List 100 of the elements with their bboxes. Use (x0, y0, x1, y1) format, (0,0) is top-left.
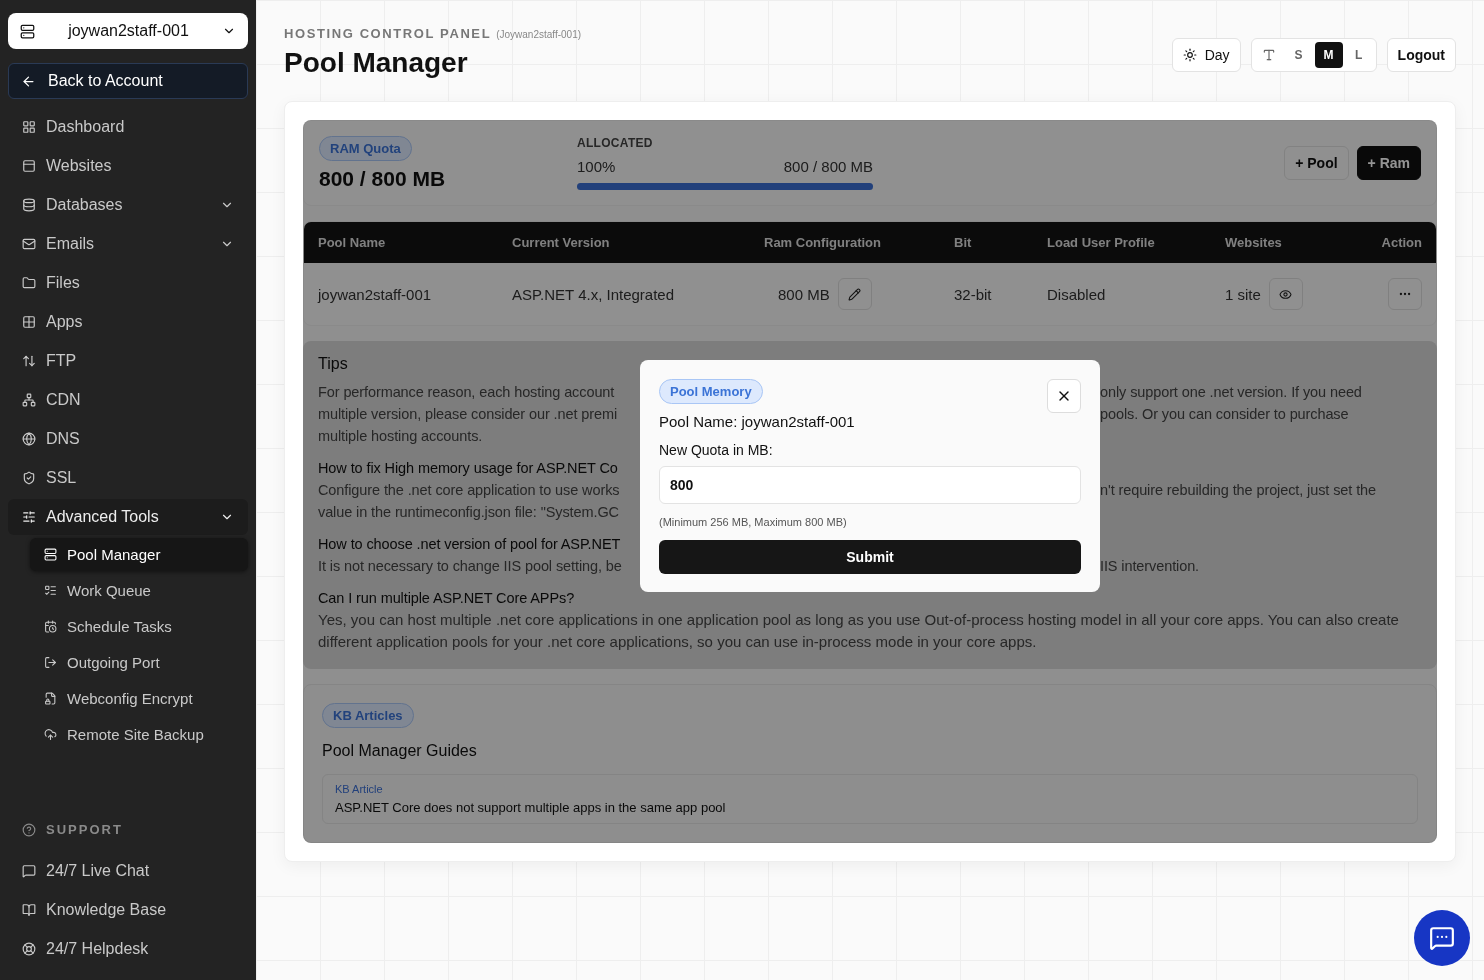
tip-text: multiple version, please consider our .net premi (318, 405, 619, 424)
edit-button[interactable] (837, 278, 872, 310)
arrow-left-icon (21, 73, 36, 89)
dialog-badge: Pool Memory (659, 379, 763, 404)
allocated-percent: 100% (577, 158, 616, 175)
list-icon (44, 584, 57, 597)
support-link[interactable]: Knowledge Base (8, 892, 248, 928)
tip-text: Configure the .net core application to use works (318, 481, 621, 500)
table-cell-text: Disabled (1047, 285, 1107, 303)
grid-icon (22, 120, 36, 134)
table-cell-text: 32-bit (954, 285, 993, 303)
tip-heading: Can I run multiple ASP.NET Core APPs? (318, 589, 576, 608)
nav-subitem[interactable]: Outgoing Port (30, 646, 248, 679)
nav-item[interactable]: CDN (8, 382, 248, 418)
field-hint: (Minimum 256 MB, Maximum 800 MB) (659, 516, 848, 528)
quota-badge: RAM Quota (319, 135, 412, 161)
help-icon (22, 822, 36, 837)
grid-icon (22, 315, 36, 329)
add-button[interactable]: + Ram (1356, 146, 1421, 180)
kb-badge: KB Articles (322, 703, 414, 728)
add-button[interactable]: + Pool (1284, 146, 1349, 180)
book-icon (22, 903, 36, 917)
kb-article[interactable]: KB Article ASP.NET Core does not support multiple apps in the same app pool (322, 774, 1418, 824)
network-icon (22, 393, 36, 407)
quota-value: 800 / 800 MB (319, 166, 447, 191)
font-size-button[interactable]: M (1314, 42, 1343, 68)
view-button[interactable] (1268, 278, 1303, 310)
shield-icon (22, 471, 36, 485)
nav-item[interactable]: Databases (8, 187, 248, 223)
tip-heading: How to fix High memory usage for ASP.NET Co (318, 459, 619, 478)
tip-text: multiple hosting accounts. (318, 427, 484, 446)
nav-item[interactable]: SSL (8, 460, 248, 496)
nav-subitem[interactable]: Webconfig Encrypt (30, 682, 248, 715)
table-cell-text: joywan2staff-001 (318, 285, 433, 303)
kb-title: Pool Manager Guides (322, 742, 478, 760)
nav-item[interactable]: Apps (8, 304, 248, 340)
column-header: Action (1380, 235, 1422, 250)
pool-name-text: Pool Name: joywan2staff-001 (659, 413, 856, 430)
font-size-button[interactable]: S (1284, 42, 1313, 68)
article-tag: KB Article (335, 783, 1405, 795)
column-header: Load User Profile (1047, 235, 1156, 250)
column-header: Pool Name (318, 235, 387, 250)
support-heading: SUPPORT (46, 822, 123, 837)
column-header: Bit (954, 235, 973, 250)
font-size-button[interactable]: L (1344, 42, 1373, 68)
tip-text: IIS intervention. (1100, 557, 1201, 576)
server-icon (20, 23, 35, 39)
account-caption: (Joywan2staff-001) (496, 29, 582, 40)
database-icon (22, 198, 36, 212)
pencil-icon (848, 287, 862, 301)
cloud-upload-icon (44, 728, 57, 741)
tip-text: pools. Or you can consider to purchase (1100, 405, 1350, 424)
support-link[interactable]: 24/7 Live Chat (8, 853, 248, 889)
sun-icon (1182, 48, 1197, 62)
column-header: Websites (1225, 235, 1283, 250)
nav-item[interactable]: Advanced Tools (8, 499, 248, 535)
column-header: Current Version (512, 235, 611, 250)
folder-icon (22, 276, 36, 290)
tip-text: Yes, you can host multiple .net core applications in one application pool as long as you use Out-of-process hosting model in all your core apps. You can also create different application pools for your .net core applications, so you can use in-process mode in your core apps. (318, 610, 1400, 652)
nav-subitem[interactable]: Pool Manager (30, 538, 248, 571)
tips-title: Tips (318, 355, 349, 373)
tip-text: value in the runtimeconfig.json file: "System.GC (318, 503, 620, 522)
sliders-icon (22, 510, 36, 524)
quota-input[interactable]: 800 (659, 466, 1081, 504)
mail-icon (22, 237, 36, 251)
exit-icon (44, 656, 57, 669)
page-title: Pool Manager (284, 47, 469, 79)
tip-text: For performance reason, each hosting account (318, 383, 616, 402)
globe-icon (22, 432, 36, 446)
chat-icon (22, 864, 36, 878)
field-label: New Quota in MB: (659, 442, 774, 458)
nav-subitem[interactable]: Schedule Tasks (30, 610, 248, 643)
file-lock-icon (44, 692, 57, 705)
tip-text: only support one .net version. If you need (1100, 383, 1363, 402)
support-link[interactable]: 24/7 Helpdesk (8, 931, 248, 967)
logout-button[interactable]: Logout (1386, 38, 1456, 72)
nav-item[interactable]: Dashboard (8, 109, 248, 145)
close-button[interactable] (1047, 379, 1081, 413)
lifebuoy-icon (22, 942, 36, 956)
table-cell: 800 MB (778, 285, 830, 303)
table-cell-text: ASP.NET 4.x, Integrated (512, 285, 676, 303)
tip-heading: How to choose .net version of pool for ASP.NET (318, 535, 622, 554)
chat-button[interactable] (1414, 910, 1470, 966)
nav-item[interactable]: DNS (8, 421, 248, 457)
browser-icon (22, 159, 36, 173)
account-switcher[interactable]: joywan2staff-001 (8, 13, 248, 49)
nav-item[interactable]: Emails (8, 226, 248, 262)
nav-item[interactable]: Files (8, 265, 248, 301)
theme-button[interactable]: Day (1171, 38, 1241, 72)
nav-item[interactable]: FTP (8, 343, 248, 379)
nav-subitem[interactable]: Remote Site Backup (30, 718, 248, 751)
nav-item[interactable]: Websites (8, 148, 248, 184)
allocated-amount: 800 / 800 MB (783, 158, 873, 175)
tip-text: n't require rebuilding the project, just set the (1100, 481, 1378, 500)
submit-button[interactable]: Submit (659, 540, 1081, 574)
nav-subitem[interactable]: Work Queue (30, 574, 248, 607)
back-button[interactable]: Back to Account (8, 63, 248, 99)
table-cell: 1 site (1225, 285, 1261, 303)
calendar-icon (44, 620, 57, 633)
arrows-icon (22, 354, 36, 368)
